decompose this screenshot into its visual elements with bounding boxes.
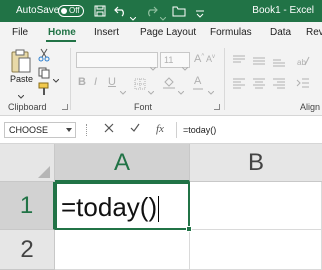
select-all-button[interactable] <box>0 144 55 182</box>
bold-icon[interactable]: B <box>78 76 86 88</box>
ribbon: Paste Clipboard 11 A^ Av B I U A Font ab… <box>0 44 322 116</box>
formula-input[interactable]: =today() <box>176 122 322 138</box>
select-all-icon <box>38 166 50 178</box>
column-header-b[interactable]: B <box>190 144 322 182</box>
cell-b2[interactable] <box>190 230 322 270</box>
underline-icon[interactable]: U <box>108 76 116 88</box>
increase-font-icon[interactable]: A^ <box>194 53 204 65</box>
align-top-icon[interactable] <box>232 54 246 72</box>
worksheet-grid: A B 1 2 =today() <box>0 144 322 270</box>
clipboard-dialog-launcher[interactable] <box>62 104 68 110</box>
formula-bar-divider <box>86 124 88 136</box>
cell-a1-content: =today() <box>61 192 160 223</box>
autosave-toggle[interactable]: Off <box>58 5 84 17</box>
font-size-value: 11 <box>164 55 174 65</box>
row-header-2[interactable]: 2 <box>0 230 55 270</box>
tab-data[interactable]: Data <box>270 27 291 38</box>
cell-a1-text: =today() <box>61 192 158 222</box>
tab-insert[interactable]: Insert <box>94 27 119 38</box>
text-caret <box>158 196 160 223</box>
cell-a2[interactable] <box>55 230 190 270</box>
redo-dropdown-icon[interactable] <box>159 8 167 22</box>
format-painter-icon[interactable] <box>38 82 50 101</box>
underline-dropdown-icon[interactable] <box>119 82 127 100</box>
alignment-group-label: Align <box>300 102 321 112</box>
font-name-dropdown-icon[interactable] <box>149 58 157 76</box>
align-bottom-icon[interactable] <box>272 54 286 72</box>
clipboard-group-label: Clipboard <box>8 102 47 112</box>
autosave-state: Off <box>69 6 80 15</box>
fill-color-dropdown-icon[interactable] <box>177 82 185 100</box>
font-group-label: Font <box>134 102 153 112</box>
align-left-icon[interactable] <box>232 76 246 94</box>
formula-text: =today() <box>183 125 217 135</box>
paste-label[interactable]: Paste <box>10 74 33 84</box>
tab-formulas[interactable]: Formulas <box>210 27 252 38</box>
title-bar: AutoSave Off Book1 - Excel <box>0 0 322 22</box>
cancel-icon[interactable] <box>104 123 114 136</box>
ribbon-separator <box>70 48 71 110</box>
font-color-bar <box>193 88 203 90</box>
align-middle-icon[interactable] <box>252 54 266 72</box>
cell-b1[interactable] <box>190 182 322 230</box>
tab-home[interactable]: Home <box>48 27 76 38</box>
ribbon-separator <box>224 48 225 110</box>
autosave-label: AutoSave <box>16 5 60 16</box>
italic-icon[interactable]: I <box>94 76 97 88</box>
enter-check-icon[interactable] <box>130 123 140 136</box>
orientation-icon[interactable]: ab <box>296 54 310 72</box>
fill-handle[interactable] <box>186 226 192 232</box>
folder-icon[interactable] <box>172 4 186 18</box>
name-box-value: CHOOSE <box>9 125 49 135</box>
row-header-1[interactable]: 1 <box>0 182 55 230</box>
decrease-font-icon[interactable]: Av <box>206 54 215 64</box>
font-color-dropdown-icon[interactable] <box>207 82 215 100</box>
indent-icon[interactable] <box>296 76 310 94</box>
save-icon[interactable] <box>94 4 106 18</box>
font-color-icon[interactable]: A <box>194 75 201 87</box>
name-box-dropdown-icon[interactable] <box>66 128 72 132</box>
svg-text:ab: ab <box>297 58 306 67</box>
cell-a1[interactable]: =today() <box>55 182 190 230</box>
tab-review[interactable]: Rev <box>306 27 322 38</box>
undo-icon[interactable] <box>114 4 128 18</box>
align-center-icon[interactable] <box>252 76 266 94</box>
font-size-dropdown-icon[interactable] <box>181 58 189 76</box>
window-title: Book1 - Excel <box>252 5 314 16</box>
formula-bar: CHOOSE fx =today() <box>0 116 322 144</box>
copy-dropdown-icon[interactable] <box>52 70 60 88</box>
autosave-toggle-knob <box>61 8 67 14</box>
fill-color-icon[interactable] <box>162 76 176 95</box>
tab-file[interactable]: File <box>12 27 28 38</box>
insert-function-icon[interactable]: fx <box>156 123 164 135</box>
borders-dropdown-icon[interactable] <box>147 82 155 100</box>
tab-page-layout[interactable]: Page Layout <box>140 27 196 38</box>
cut-icon[interactable] <box>38 48 50 67</box>
column-header-a[interactable]: A <box>55 144 190 182</box>
redo-icon[interactable] <box>144 4 158 18</box>
undo-dropdown-icon[interactable] <box>129 8 137 22</box>
font-name-box[interactable] <box>76 52 158 68</box>
active-tab-indicator <box>46 40 76 42</box>
align-right-icon[interactable] <box>272 76 286 94</box>
borders-icon[interactable] <box>134 77 146 95</box>
font-dialog-launcher[interactable] <box>214 104 220 110</box>
customize-toolbar-icon[interactable] <box>196 5 204 19</box>
